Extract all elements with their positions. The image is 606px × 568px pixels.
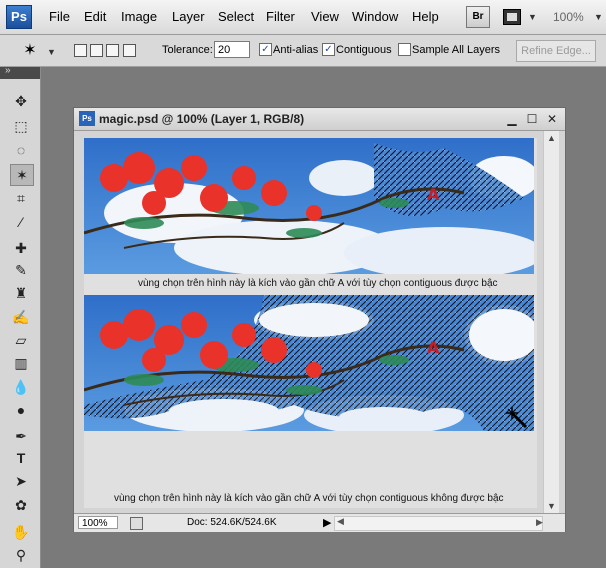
dodge-tool-icon[interactable]: ● <box>10 400 32 420</box>
toolbox: » ✥ ⬚ ◌ ✶ ⌗ ⁄ ✚ ✎ ♜ ✍ ▱ ▥ 💧 ● ✒ T ➤ ✿ ✋ … <box>0 65 41 568</box>
document-window: Ps magic.psd @ 100% (Layer 1, RGB/8) ▁ ☐… <box>73 107 566 532</box>
refine-edge-button[interactable]: Refine Edge... <box>516 40 596 62</box>
document-ps-icon: Ps <box>79 111 95 126</box>
subtract-selection-icon[interactable] <box>106 44 119 57</box>
zoom-tool-icon[interactable]: ⚲ <box>10 545 32 565</box>
path-selection-tool-icon[interactable]: ➤ <box>10 471 32 491</box>
menu-file[interactable]: File <box>49 9 70 24</box>
zoom-field[interactable]: 100% <box>78 516 118 529</box>
photo-bottom: A <box>84 295 534 431</box>
eyedropper-tool-icon[interactable]: ⁄ <box>10 212 32 232</box>
close-icon[interactable]: ✕ <box>544 111 560 127</box>
pen-tool-icon[interactable]: ✒ <box>10 426 32 446</box>
scroll-right-icon[interactable]: ▶ <box>536 517 543 528</box>
photo-letter: A <box>427 338 440 357</box>
tolerance-input[interactable]: 20 <box>214 41 250 58</box>
scroll-left-icon[interactable]: ◀ <box>337 516 344 527</box>
photoshop-logo: Ps <box>6 5 32 29</box>
healing-brush-tool-icon[interactable]: ✚ <box>10 238 32 258</box>
chevron-down-icon[interactable]: ▼ <box>528 12 537 22</box>
status-menu-arrow-icon[interactable]: ▶ <box>323 516 331 529</box>
screen-mode-icon[interactable] <box>503 9 521 25</box>
brush-tool-icon[interactable]: ✎ <box>10 260 32 280</box>
hand-tool-icon[interactable]: ✋ <box>10 522 32 542</box>
horizontal-scrollbar[interactable]: ◀ <box>334 516 543 531</box>
crop-tool-icon[interactable]: ⌗ <box>10 188 32 208</box>
status-bar: 100% Doc: 524.6K/524.6K ▶ ◀ ▶ <box>74 513 565 532</box>
sample-all-layers-label: Sample All Layers <box>412 44 501 56</box>
custom-shape-tool-icon[interactable]: ✿ <box>10 495 32 515</box>
magic-wand-tool-icon[interactable]: ✶ <box>10 164 34 186</box>
bridge-button[interactable]: Br <box>466 6 490 28</box>
menu-bar: Ps File Edit Image Layer Select Filter V… <box>0 0 606 35</box>
contiguous-label: Contiguous <box>336 44 392 56</box>
zoom-level-display[interactable]: 100% <box>553 10 584 24</box>
contiguous-checkbox[interactable]: ✓ <box>322 43 335 56</box>
anti-alias-checkbox[interactable]: ✓ <box>259 43 272 56</box>
doc-size-info: Doc: 524.6K/524.6K <box>187 517 277 528</box>
marquee-tool-icon[interactable]: ⬚ <box>10 116 32 136</box>
chevron-down-icon[interactable]: ▼ <box>47 47 56 57</box>
clone-stamp-tool-icon[interactable]: ♜ <box>10 283 32 303</box>
options-bar: ✶ ▼ Tolerance: 20 ✓ Anti-alias ✓ Contigu… <box>0 35 606 67</box>
menu-image[interactable]: Image <box>121 9 157 24</box>
menu-help[interactable]: Help <box>412 9 439 24</box>
menu-filter[interactable]: Filter <box>266 9 295 24</box>
menu-layer[interactable]: Layer <box>172 9 205 24</box>
chevron-down-icon[interactable]: ▼ <box>594 12 603 22</box>
eraser-tool-icon[interactable]: ▱ <box>10 330 32 350</box>
document-canvas[interactable]: A vùng chọn trên hình này là kích vào gầ… <box>84 138 537 508</box>
add-selection-icon[interactable] <box>90 44 103 57</box>
caption-bottom: vùng chọn trên hình này là kích vào gần … <box>114 493 504 504</box>
scroll-down-icon[interactable]: ▼ <box>547 501 556 511</box>
toolbox-header[interactable]: » <box>0 65 40 79</box>
new-selection-icon[interactable] <box>74 44 87 57</box>
photo-letter: A <box>427 185 440 204</box>
history-brush-tool-icon[interactable]: ✍ <box>10 307 32 327</box>
document-title-bar[interactable]: Ps magic.psd @ 100% (Layer 1, RGB/8) ▁ ☐… <box>74 108 565 131</box>
intersect-selection-icon[interactable] <box>123 44 136 57</box>
menu-edit[interactable]: Edit <box>84 9 106 24</box>
lasso-tool-icon[interactable]: ◌ <box>10 140 32 160</box>
blur-tool-icon[interactable]: 💧 <box>10 377 32 397</box>
type-tool-icon[interactable]: T <box>10 448 32 468</box>
sample-all-layers-checkbox[interactable] <box>398 43 411 56</box>
gradient-tool-icon[interactable]: ▥ <box>10 353 32 373</box>
menu-select[interactable]: Select <box>218 9 254 24</box>
minimize-icon[interactable]: ▁ <box>504 111 520 127</box>
status-options-icon[interactable] <box>130 517 143 530</box>
photo-top: A <box>84 138 534 274</box>
collapse-icon[interactable]: » <box>5 65 11 76</box>
maximize-icon[interactable]: ☐ <box>524 111 540 127</box>
caption-top: vùng chọn trên hình này là kích vào gần … <box>138 278 498 289</box>
vertical-scrollbar[interactable]: ▲ ▼ <box>543 131 559 515</box>
move-tool-icon[interactable]: ✥ <box>10 91 32 111</box>
magic-wand-icon[interactable]: ✶ <box>20 40 40 60</box>
menu-view[interactable]: View <box>311 9 339 24</box>
anti-alias-label: Anti-alias <box>273 44 319 56</box>
tolerance-label: Tolerance: <box>162 44 213 56</box>
menu-window[interactable]: Window <box>352 9 398 24</box>
document-title: magic.psd @ 100% (Layer 1, RGB/8) <box>99 112 305 126</box>
scroll-up-icon[interactable]: ▲ <box>547 133 556 143</box>
